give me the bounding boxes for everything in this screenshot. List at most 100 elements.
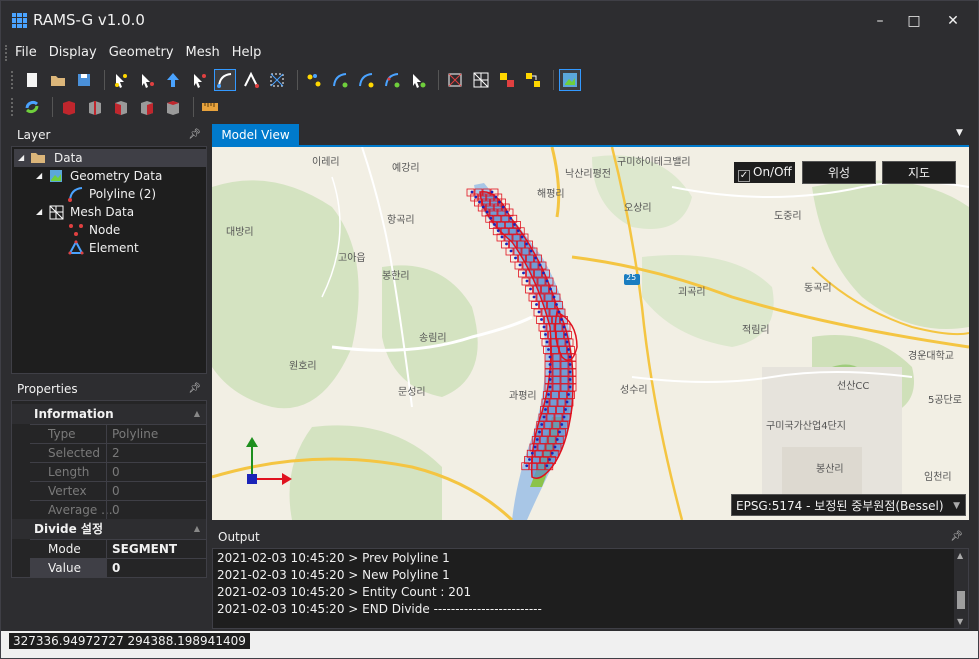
tree-label: Mesh Data: [70, 205, 135, 219]
mesh-node: [522, 271, 525, 275]
scroll-up-icon[interactable]: ▲: [957, 551, 963, 560]
select-point-tool-icon[interactable]: [110, 69, 132, 91]
mesh-node: [525, 242, 528, 246]
menu-display[interactable]: Display: [43, 43, 103, 63]
mesh-node: [553, 445, 557, 449]
tab-model-view[interactable]: Model View: [212, 124, 299, 146]
mesh-grid-tool-icon[interactable]: [470, 69, 492, 91]
expand-arrow-icon[interactable]: ◢: [18, 149, 24, 167]
onoff-label: On/Off: [753, 165, 792, 179]
select-vertex-tool-icon[interactable]: [188, 69, 210, 91]
menu-help[interactable]: Help: [226, 43, 268, 63]
mesh-node: [489, 216, 493, 220]
mesh-node: [544, 408, 547, 411]
tree-label: Data: [54, 151, 83, 165]
add-node-tool-icon[interactable]: [303, 69, 325, 91]
scroll-thumb[interactable]: [957, 591, 965, 609]
save-button[interactable]: [73, 69, 95, 91]
background-map-toggle-icon[interactable]: [559, 69, 581, 91]
mesh-node: [525, 279, 529, 283]
toolbar-grip[interactable]: [11, 71, 15, 89]
check-icon[interactable]: ✓: [738, 170, 750, 182]
pin-icon[interactable]: 📌︎: [950, 526, 963, 548]
model-view-canvas[interactable]: 이레리 예강리 낙산리평전 구미하이테크밸리 오상리 항곡리 해평리 도중리 대방리 고아읍 봉한리…: [212, 147, 969, 520]
draw-polyline-tool-icon[interactable]: [214, 69, 236, 91]
mesh-node: [565, 400, 569, 404]
expand-arrow-icon[interactable]: ◢: [36, 167, 42, 185]
close-button[interactable]: ✕: [938, 9, 968, 33]
satellite-button[interactable]: 위성: [802, 161, 876, 184]
map-place-label: 경운대학교: [908, 351, 954, 362]
toolbar2-grip[interactable]: [11, 98, 15, 116]
mesh-convert-tool-icon[interactable]: [522, 69, 544, 91]
output-scrollbar[interactable]: ▲ ▼: [954, 549, 968, 628]
collapse-arrow-icon[interactable]: ▲: [194, 519, 200, 539]
expand-arrow-icon[interactable]: ◢: [36, 203, 42, 221]
mesh-node: [542, 415, 546, 419]
view-top-icon[interactable]: [162, 96, 184, 118]
curve-split-tool-icon[interactable]: [355, 69, 377, 91]
mesh-node: [538, 430, 541, 434]
property-group-information[interactable]: Information ▲: [12, 404, 206, 424]
mesh-export-tool-icon[interactable]: [496, 69, 518, 91]
map-background[interactable]: [212, 147, 969, 520]
mesh-node: [550, 451, 554, 455]
new-file-button[interactable]: [21, 69, 43, 91]
curve-delete-tool-icon[interactable]: [407, 69, 429, 91]
map-button[interactable]: 지도: [882, 161, 956, 184]
select-node-tool-icon[interactable]: [136, 69, 158, 91]
value-input-field[interactable]: 0: [112, 559, 120, 578]
crs-select[interactable]: EPSG:5174 - 보정된 중부원점(Bessel) ▼: [731, 494, 966, 516]
mesh-node: [498, 200, 501, 204]
refresh-icon[interactable]: [21, 96, 43, 118]
property-row-value[interactable]: Value 0: [30, 558, 206, 578]
mesh-node: [532, 295, 536, 299]
minimize-button[interactable]: –: [865, 9, 895, 33]
menu-file[interactable]: File: [9, 43, 43, 63]
mesh-node: [513, 223, 516, 226]
mesh-node: [545, 400, 549, 404]
curve-divide-tool-icon[interactable]: [381, 69, 403, 91]
tree-item-data[interactable]: ◢ Data: [14, 149, 206, 167]
property-row-mode[interactable]: Mode SEGMENT: [30, 539, 206, 559]
mesh-generate-tool-icon[interactable]: [444, 69, 466, 91]
curve-node-tool-icon[interactable]: [329, 69, 351, 91]
property-row: Type Polyline: [30, 424, 206, 444]
ruler-icon[interactable]: [199, 96, 221, 118]
menu-mesh[interactable]: Mesh: [180, 43, 226, 63]
log-line: 2021-02-03 10:45:20 > Entity Count : 201: [217, 585, 472, 599]
mesh-node: [558, 430, 561, 434]
mesh-node: [567, 348, 570, 351]
output-log[interactable]: 2021-02-03 10:45:20 > Prev Polyline 1 20…: [212, 548, 969, 629]
mesh-node: [560, 318, 563, 321]
maximize-button[interactable]: □: [899, 9, 929, 33]
app-grid-icon: [12, 13, 27, 28]
move-up-tool-icon[interactable]: [162, 69, 184, 91]
coordinate-readout: 327336.94972727 294388.198941409: [9, 633, 250, 649]
pin-icon[interactable]: 📌︎: [188, 124, 201, 146]
element-icon: [68, 240, 84, 255]
menu-geometry[interactable]: Geometry: [103, 43, 180, 63]
view-front-icon[interactable]: [58, 96, 80, 118]
mesh-node: [528, 458, 531, 461]
mode-value-field[interactable]: SEGMENT: [112, 540, 177, 559]
property-value: 0: [112, 484, 120, 498]
mesh-node: [562, 415, 566, 419]
tab-dropdown-icon[interactable]: ▼: [956, 128, 963, 138]
property-row: Selected 2: [30, 443, 206, 463]
chevron-down-icon[interactable]: ▼: [953, 495, 960, 517]
view-back-icon[interactable]: [84, 96, 106, 118]
pin-icon[interactable]: 📌︎: [188, 378, 201, 400]
scroll-down-icon[interactable]: ▼: [957, 617, 963, 626]
mesh-node: [540, 318, 543, 321]
collapse-arrow-icon[interactable]: ▲: [194, 404, 200, 424]
mesh-node: [529, 249, 533, 253]
view-right-icon[interactable]: [136, 96, 158, 118]
output-panel-title: Output: [218, 530, 260, 544]
onoff-checkbox[interactable]: ✓ On/Off: [734, 162, 795, 183]
grid-select-tool-icon[interactable]: [266, 69, 288, 91]
property-group-divide[interactable]: Divide 설정 ▲: [12, 519, 206, 539]
open-folder-button[interactable]: [47, 69, 69, 91]
view-left-icon[interactable]: [110, 96, 132, 118]
edit-polyline-tool-icon[interactable]: [240, 69, 262, 91]
